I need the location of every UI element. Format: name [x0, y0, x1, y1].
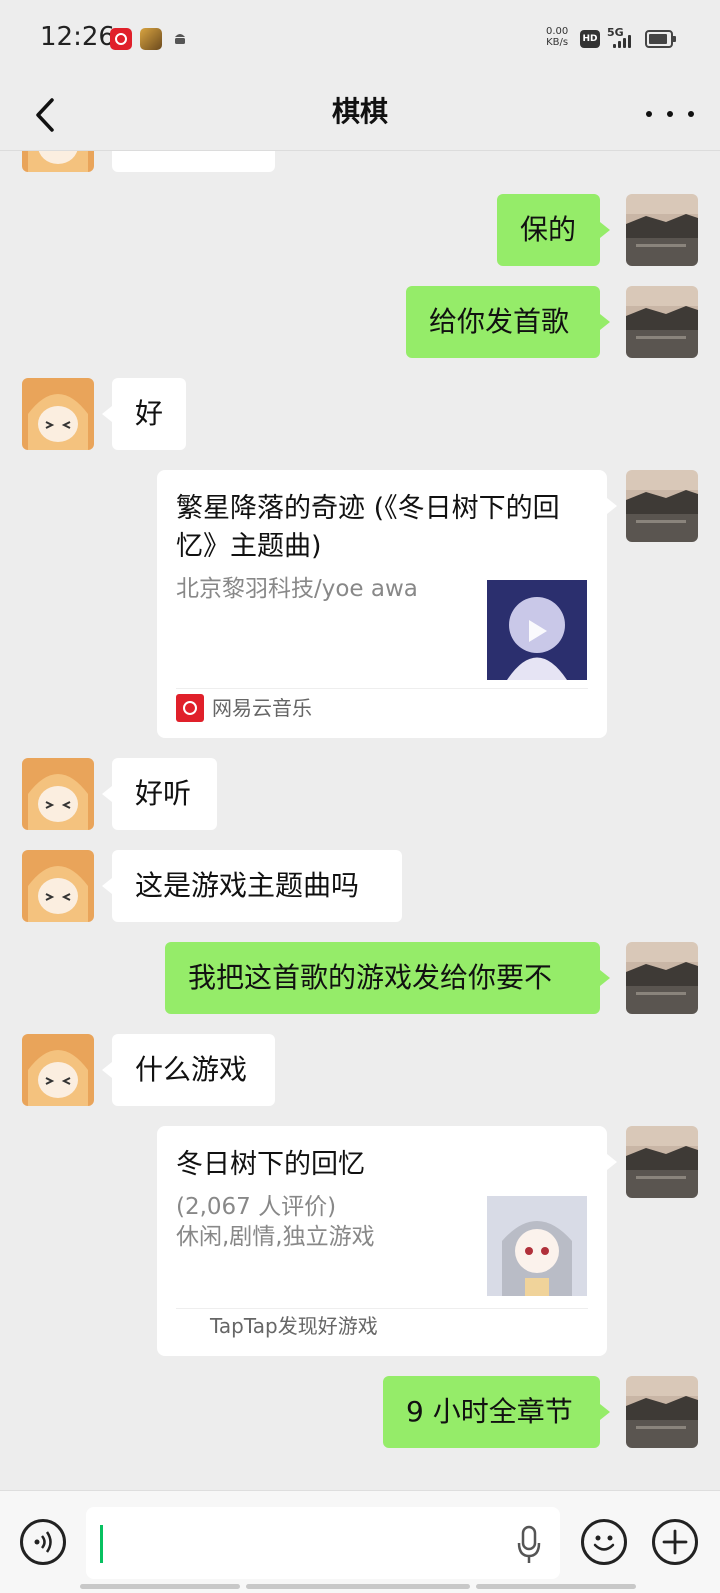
message-bubble[interactable]: 保的 [497, 194, 610, 266]
netease-music-icon [110, 28, 132, 50]
message-list[interactable]: 也是回民 保的 给你发首歌 好 繁星降落的奇迹 (《冬日树下的回 [0, 150, 720, 1490]
my-avatar[interactable] [626, 194, 698, 266]
game-rating: (2,067 人评价) [176, 1194, 337, 1220]
contact-avatar[interactable] [22, 850, 94, 922]
landscape-avatar-icon [626, 194, 698, 266]
message-bubble[interactable]: 给你发首歌 [406, 286, 610, 358]
contact-avatar[interactable] [22, 378, 94, 450]
status-bar: 12:26 0.00 KB/s HD 5G [0, 0, 720, 78]
message-bubble[interactable]: 什么游戏 [102, 1034, 275, 1106]
message-bubble[interactable]: 好听 [102, 758, 217, 830]
message-bubble[interactable]: 9 小时全章节 [383, 1376, 610, 1448]
music-source: 网易云音乐 [176, 693, 312, 723]
game-app-icon [140, 28, 162, 50]
landscape-avatar-icon [626, 1376, 698, 1448]
emoji-icon [593, 1535, 615, 1551]
my-avatar[interactable] [626, 1376, 698, 1448]
gesture-bar [246, 1584, 470, 1589]
my-avatar[interactable] [626, 1126, 698, 1198]
my-avatar[interactable] [626, 942, 698, 1014]
battery-icon [645, 30, 676, 48]
music-title: 繁星降落的奇迹 (《冬日树下的回忆》主题曲) [176, 493, 560, 562]
chat-title: 棋棋 [331, 95, 388, 128]
landscape-avatar-icon [626, 286, 698, 358]
message-bubble[interactable]: 也是回民 [112, 150, 275, 172]
more-dots-icon [646, 111, 652, 117]
back-button[interactable] [26, 88, 66, 140]
anime-girl-avatar-icon [22, 850, 94, 922]
message-bubble[interactable]: 这是游戏主题曲吗 [102, 850, 402, 922]
message-bubble[interactable]: 好 [102, 378, 186, 450]
voice-mode-icon [34, 1531, 52, 1553]
microphone-icon[interactable] [516, 1525, 542, 1565]
landscape-avatar-icon [626, 470, 698, 542]
music-share-card[interactable]: 繁星降落的奇迹 (《冬日树下的回忆》主题曲) 北京黎羽科技/yoe awa 网易… [157, 470, 617, 738]
anime-girl-avatar-icon [22, 378, 94, 450]
landscape-avatar-icon [626, 1126, 698, 1198]
message-input[interactable] [86, 1507, 560, 1579]
game-tags: 休闲,剧情,独立游戏 [176, 1224, 375, 1250]
chevron-left-icon [36, 98, 54, 132]
album-cover [487, 580, 587, 680]
network-speed: 0.00 KB/s [546, 26, 569, 48]
contact-avatar[interactable] [22, 150, 94, 172]
voice-mode-button[interactable] [20, 1519, 66, 1565]
gesture-bar [476, 1584, 636, 1589]
my-avatar[interactable] [626, 470, 698, 542]
message-bubble[interactable]: 我把这首歌的游戏发给你要不 [165, 942, 610, 1014]
status-time: 12:26 [40, 22, 115, 52]
chat-header: 棋棋 [0, 78, 720, 151]
album-art-icon [487, 580, 587, 680]
anime-girl-avatar-icon [22, 1034, 94, 1106]
more-options-button[interactable] [646, 100, 694, 128]
music-artist: 北京黎羽科技/yoe awa [176, 576, 418, 602]
hd-icon: HD [580, 30, 600, 48]
game-cover [487, 1196, 587, 1296]
game-art-icon [487, 1196, 587, 1296]
gesture-bar [80, 1584, 240, 1589]
game-title: 冬日树下的回忆 [176, 1149, 365, 1180]
signal-icon: 5G [607, 26, 637, 50]
more-functions-button[interactable] [652, 1519, 698, 1565]
my-avatar[interactable] [626, 286, 698, 358]
game-source: TapTap发现好游戏 [210, 1314, 378, 1338]
anime-girl-avatar-icon [22, 150, 94, 172]
netease-music-logo-icon [176, 694, 204, 722]
anime-girl-avatar-icon [22, 758, 94, 830]
text-cursor [100, 1525, 103, 1563]
contact-avatar[interactable] [22, 758, 94, 830]
android-debug-icon [175, 34, 185, 44]
contact-avatar[interactable] [22, 1034, 94, 1106]
game-share-card[interactable]: 冬日树下的回忆 (2,067 人评价) 休闲,剧情,独立游戏 TapTap发现好… [157, 1126, 617, 1356]
input-bar [0, 1490, 720, 1593]
emoji-button[interactable] [581, 1519, 627, 1565]
plus-icon [662, 1529, 688, 1555]
landscape-avatar-icon [626, 942, 698, 1014]
